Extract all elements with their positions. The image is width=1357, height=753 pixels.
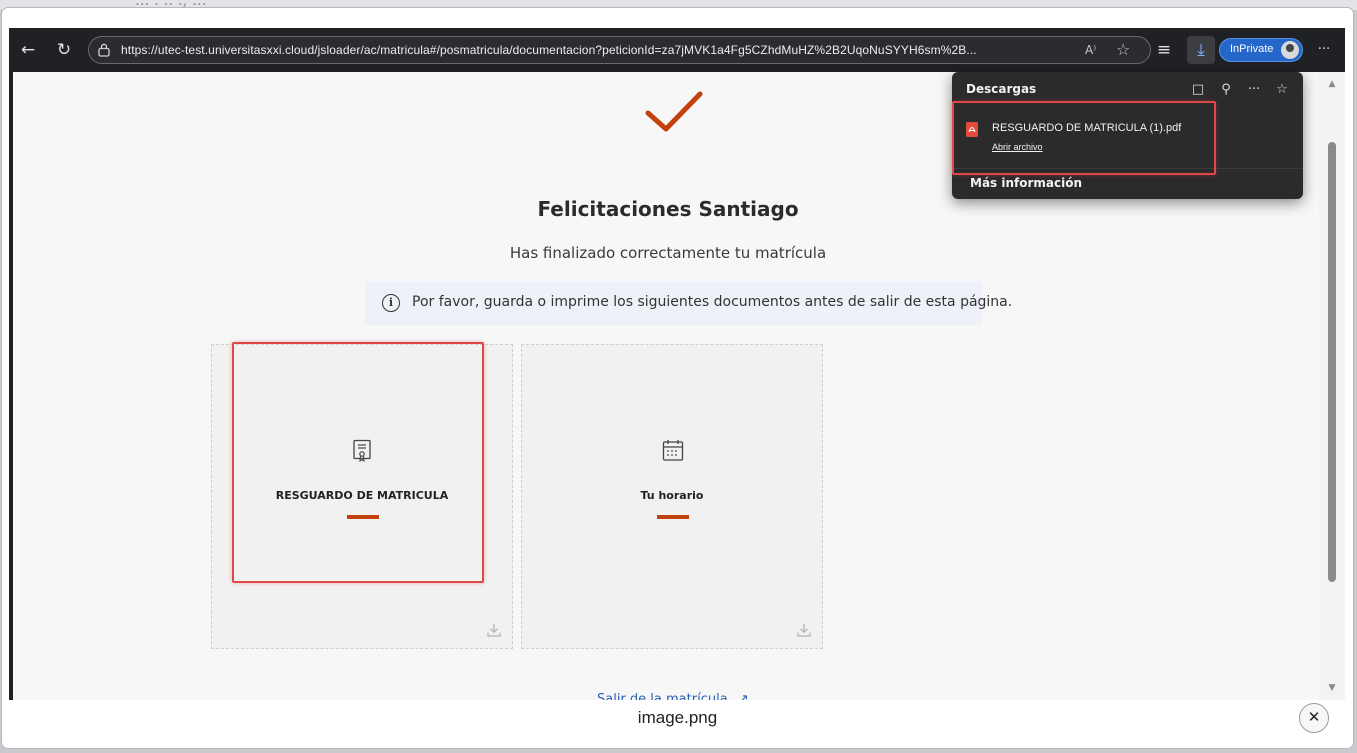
page-title: Felicitaciones Santiago — [537, 197, 799, 221]
scroll-up-icon[interactable]: ▲ — [1327, 80, 1337, 89]
inprivate-label: InPrivate — [1230, 43, 1274, 55]
downloads-toolbar: □ ⚲ ··· ☆ — [1181, 78, 1293, 98]
exit-link-label: Salir de la matrícula — [597, 692, 728, 700]
close-icon[interactable]: ✕ — [1299, 703, 1329, 733]
calendar-icon — [662, 440, 684, 461]
lock-icon — [98, 43, 110, 57]
downloads-button[interactable]: ⤓ — [1187, 36, 1215, 64]
read-aloud-icon[interactable]: A⁾ — [1085, 40, 1096, 60]
scroll-down-icon[interactable]: ▼ — [1327, 684, 1337, 693]
avatar — [1281, 41, 1299, 59]
more-info-link[interactable]: Más información — [970, 176, 1082, 190]
favorites-icon[interactable]: ≡ — [1151, 37, 1177, 63]
download-icon: ⤓ — [1197, 40, 1205, 60]
info-icon: i — [382, 294, 400, 312]
page-subtitle: Has finalizado correctamente tu matrícul… — [509, 244, 827, 262]
screenshot-preview: ← ↻ https://utec-test.universitasxxi.clo… — [9, 28, 1345, 700]
highlight-box-download — [952, 101, 1216, 175]
browser-toolbar: ← ↻ https://utec-test.universitasxxi.clo… — [9, 28, 1345, 72]
folder-icon[interactable]: □ — [1187, 80, 1209, 100]
external-link-icon: ↗ — [737, 692, 749, 700]
star-icon[interactable]: ☆ — [1116, 40, 1130, 60]
inprivate-badge[interactable]: InPrivate — [1219, 38, 1303, 62]
pin-icon[interactable]: ☆ — [1271, 80, 1293, 100]
exit-link[interactable]: Salir de la matrícula ↗ — [597, 692, 749, 700]
back-arrow-icon[interactable]: ← — [15, 37, 41, 63]
image-lightbox: ← ↻ https://utec-test.universitasxxi.clo… — [2, 8, 1353, 748]
refresh-icon[interactable]: ↻ — [51, 37, 77, 63]
search-icon[interactable]: ⚲ — [1215, 80, 1237, 100]
address-bar[interactable]: https://utec-test.universitasxxi.cloud/j… — [88, 36, 1151, 64]
more-icon[interactable]: ··· — [1243, 80, 1265, 100]
card-accent-bar — [657, 515, 689, 519]
image-caption: image.png — [637, 708, 718, 727]
document-card-horario[interactable]: Tu horario — [521, 344, 823, 649]
notice-text: Por favor, guarda o imprime los siguient… — [412, 294, 1013, 310]
highlight-box-card — [232, 342, 484, 583]
info-notice: i Por favor, guarda o imprime los siguie… — [365, 281, 1012, 325]
download-icon[interactable] — [486, 622, 502, 638]
scrollbar[interactable]: ▲ ▼ — [1319, 72, 1345, 700]
downloads-title: Descargas — [966, 82, 1037, 96]
download-icon[interactable] — [796, 622, 812, 638]
scroll-thumb[interactable] — [1328, 142, 1336, 582]
card-label: Tu horario — [640, 489, 704, 502]
success-check-icon — [645, 91, 703, 132]
url-text[interactable]: https://utec-test.universitasxxi.cloud/j… — [121, 43, 1076, 57]
more-icon[interactable]: ··· — [1311, 37, 1337, 63]
